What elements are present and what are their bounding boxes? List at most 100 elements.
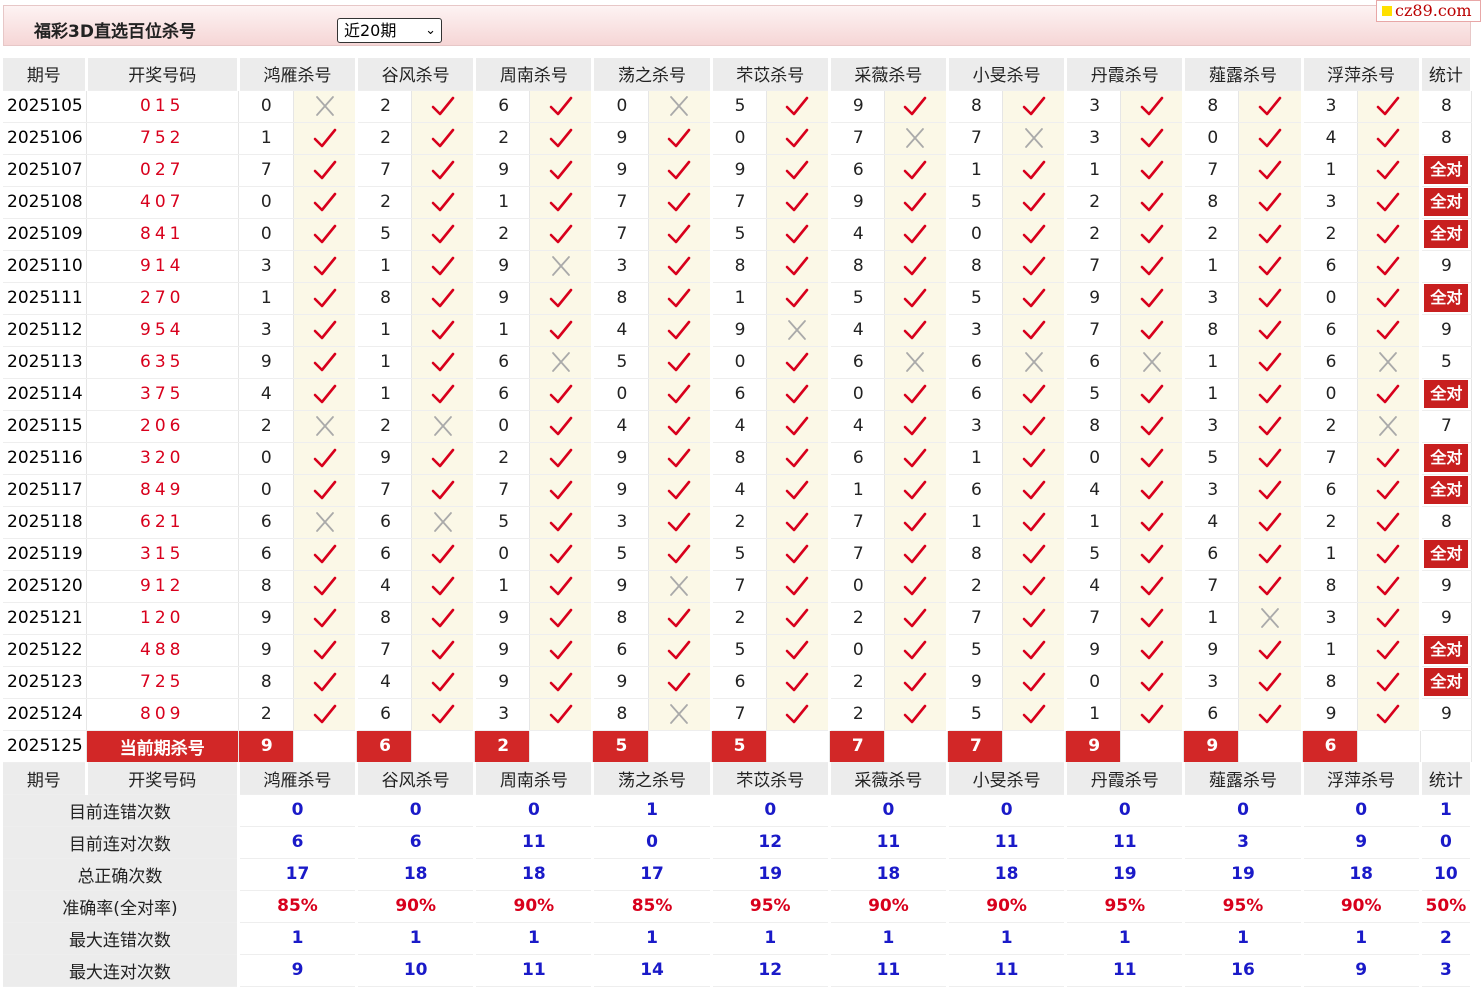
period-range-select[interactable]: 近20期 ⌄ [337, 18, 442, 43]
result-mark-cell [884, 474, 950, 507]
kill-number-cell: 1 [1183, 250, 1240, 283]
check-icon [904, 448, 927, 468]
cross-icon [433, 416, 452, 436]
kill-number-cell: 9 [474, 634, 531, 667]
current-kill-number: 9 [1065, 730, 1122, 763]
table-row: 2025108 407 0 2 1 7 7 9 5 2 8 3 全对 [3, 186, 1473, 219]
all-correct-badge: 全对 [1424, 444, 1469, 472]
kill-number-cell: 2 [474, 122, 531, 155]
check-icon [1376, 96, 1400, 116]
result-mark-cell [1238, 122, 1304, 155]
empty-cell [1002, 730, 1067, 763]
kill-number-cell: 7 [711, 570, 767, 603]
result-mark-cell [411, 410, 477, 443]
check-icon [1258, 576, 1282, 596]
kill-number-cell: 3 [947, 314, 1004, 347]
stats-value: 0 [592, 826, 713, 859]
column-header: 小旻杀号 [947, 58, 1068, 91]
period-cell: 2025124 [3, 698, 87, 731]
current-kill-number: 9 [238, 730, 294, 763]
stats-value: 1 [711, 922, 831, 955]
kill-number-cell: 7 [356, 634, 413, 667]
result-mark-cell [529, 506, 595, 539]
column-header: 统计 [1420, 58, 1474, 91]
result-mark-cell [411, 90, 477, 123]
stats-value: 19 [711, 858, 831, 891]
kill-number-cell: 9 [592, 666, 649, 699]
all-correct-badge: 全对 [1424, 156, 1469, 184]
site-logo[interactable]: cz89.com [1376, 0, 1481, 22]
check-icon [1140, 192, 1164, 212]
kill-number-cell: 2 [1302, 410, 1358, 443]
result-mark-cell [648, 538, 713, 571]
result-mark-cell [411, 602, 477, 635]
check-icon [904, 192, 927, 212]
check-icon [313, 544, 336, 564]
period-range-value: 近20期 [344, 21, 397, 40]
kill-number-cell: 6 [238, 506, 294, 539]
result-mark-cell [766, 346, 831, 379]
check-icon [549, 320, 573, 340]
kill-number-cell: 2 [356, 122, 413, 155]
kill-number-cell: 7 [1065, 602, 1122, 635]
stats-row: 目前连对次数 6 6 11 0 12 11 11 11 3 9 0 [3, 826, 1474, 859]
empty-cell [529, 730, 594, 763]
all-correct-badge: 全对 [1424, 380, 1469, 408]
result-mark-cell [766, 282, 831, 315]
stats-value: 12 [711, 826, 831, 859]
result-mark-cell [411, 122, 477, 155]
check-icon [313, 320, 336, 340]
result-mark-cell [293, 154, 359, 187]
result-mark-cell [411, 474, 477, 507]
column-header: 浮萍杀号 [1302, 58, 1422, 91]
kill-number-cell: 0 [238, 474, 294, 507]
result-mark-cell [648, 474, 713, 507]
stats-value: 9 [238, 954, 359, 987]
period-cell: 2025114 [3, 378, 87, 411]
result-mark-cell [766, 378, 831, 411]
result-mark-cell [1002, 410, 1068, 443]
check-icon [667, 384, 691, 404]
check-icon [904, 160, 927, 180]
result-mark-cell [529, 378, 595, 411]
check-icon [1022, 480, 1045, 500]
kill-number-cell: 8 [947, 538, 1004, 571]
empty-cell [293, 730, 358, 763]
check-icon [1258, 224, 1282, 244]
kill-number-cell: 5 [1065, 538, 1122, 571]
stats-value: 9 [1302, 826, 1422, 859]
kill-number-cell: 1 [1183, 602, 1240, 635]
draw-number-cell: 206 [86, 410, 239, 443]
check-icon [1258, 384, 1282, 404]
check-icon [431, 480, 455, 500]
draw-number-cell: 635 [86, 346, 239, 379]
result-mark-cell [1002, 218, 1068, 251]
all-correct-badge: 全对 [1424, 668, 1469, 696]
check-icon [667, 480, 691, 500]
period-cell: 2025117 [3, 474, 87, 507]
result-mark-cell [884, 538, 950, 571]
result-mark-cell [411, 506, 477, 539]
draw-number-cell: 270 [86, 282, 239, 315]
result-mark-cell [1357, 570, 1422, 603]
result-mark-cell [529, 474, 595, 507]
result-mark-cell [1238, 90, 1304, 123]
check-icon [785, 544, 809, 564]
draw-number-cell: 320 [86, 442, 239, 475]
cross-icon [1261, 608, 1279, 628]
kill-number-cell: 2 [356, 90, 413, 123]
kill-number-cell: 9 [592, 154, 649, 187]
period-cell: 2025125 [3, 730, 87, 763]
check-icon [431, 352, 455, 372]
check-icon [785, 416, 809, 436]
result-mark-cell [293, 90, 359, 123]
check-icon [1258, 320, 1282, 340]
stats-value: 11 [829, 954, 950, 987]
result-mark-cell [884, 154, 950, 187]
kill-number-cell: 9 [592, 442, 649, 475]
result-mark-cell [648, 378, 713, 411]
check-icon [1140, 256, 1164, 276]
kill-number-cell: 1 [1183, 346, 1240, 379]
kill-number-cell: 5 [829, 282, 885, 315]
check-icon [431, 576, 455, 596]
